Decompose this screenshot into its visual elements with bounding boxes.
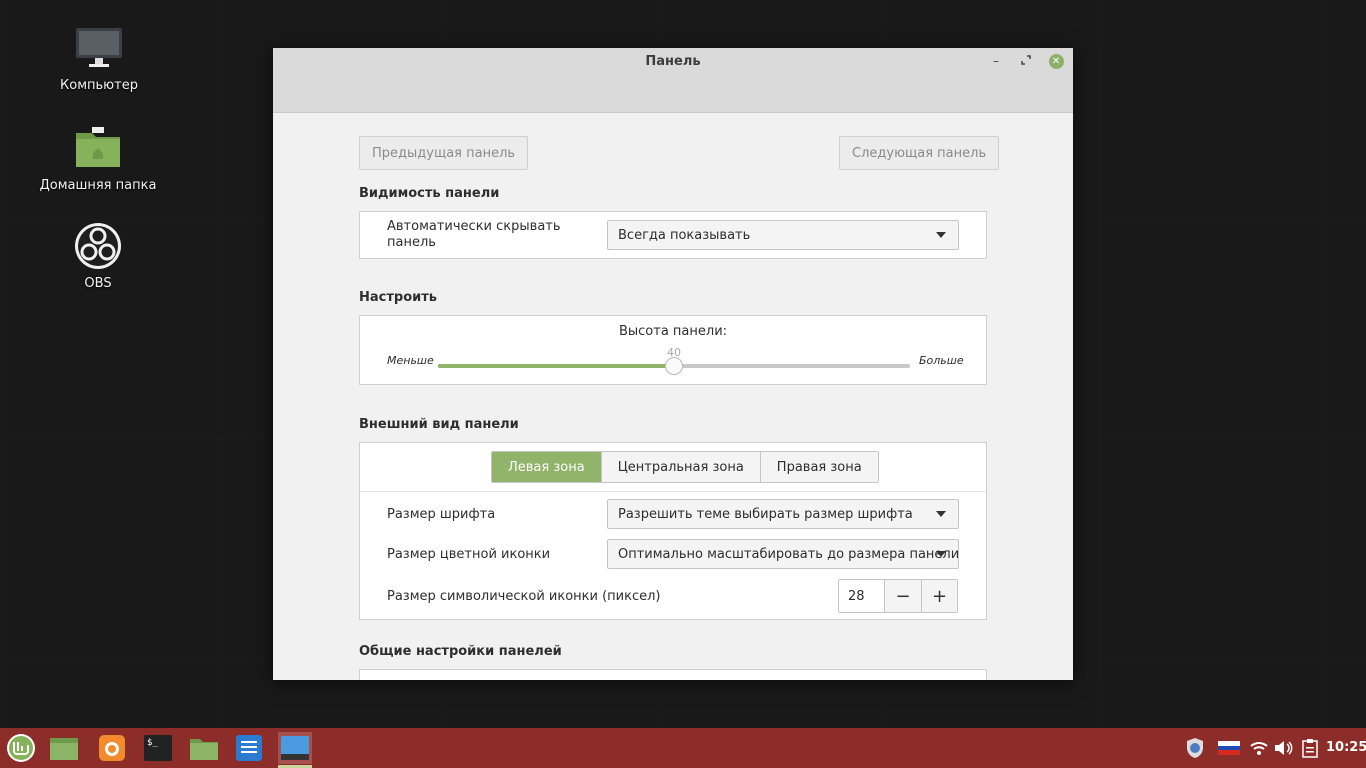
text-editor-icon <box>236 735 262 761</box>
symbolic-icon-size-spinner: 28 − + <box>838 579 958 613</box>
general-frame <box>359 669 987 680</box>
firefox-icon <box>99 735 125 761</box>
font-size-select[interactable]: Разрешить теме выбирать размер шрифта <box>607 499 959 529</box>
color-icon-size-label: Размер цветной иконки <box>387 547 551 562</box>
font-size-label: Размер шрифта <box>387 507 496 522</box>
clipboard-icon[interactable] <box>1298 728 1322 768</box>
visibility-frame: Автоматически скрывать панель Всегда пок… <box>359 211 987 259</box>
taskbar-panel-settings[interactable] <box>278 732 312 768</box>
wifi-icon[interactable] <box>1247 728 1271 768</box>
monitor-icon <box>34 24 164 72</box>
tab-left-zone[interactable]: Левая зона <box>492 452 602 482</box>
panel-height-slider[interactable]: 40 <box>438 346 910 376</box>
chevron-down-icon <box>936 551 946 557</box>
appearance-frame: Левая зона Центральная зона Правая зона … <box>359 442 987 620</box>
home-folder-icon <box>33 124 163 172</box>
titlebar[interactable]: Панель – ✕ <box>273 48 1073 113</box>
menu-button[interactable] <box>4 732 38 764</box>
taskbar: $_ 10:25 <box>0 728 1366 768</box>
keyboard-layout-flag-icon[interactable] <box>1217 728 1241 768</box>
divider <box>360 491 986 492</box>
taskbar-files[interactable] <box>187 732 221 764</box>
increment-button[interactable]: + <box>921 580 957 612</box>
desktop-icon-label: Домашняя папка <box>39 178 157 193</box>
volume-icon[interactable] <box>1271 728 1295 768</box>
slider-less-label: Меньше <box>387 354 434 367</box>
desktop-icon-computer[interactable]: Компьютер <box>34 24 164 93</box>
chevron-down-icon <box>936 232 946 238</box>
previous-panel-button[interactable]: Предыдущая панель <box>359 136 529 170</box>
chevron-down-icon <box>936 511 946 517</box>
taskbar-terminal[interactable]: $_ <box>141 732 175 764</box>
next-panel-button[interactable]: Следующая панель <box>839 136 1000 170</box>
font-size-select-value: Разрешить теме выбирать размер шрифта <box>618 506 913 522</box>
update-manager-icon[interactable] <box>1183 728 1207 768</box>
panel-height-label: Высота панели: <box>618 324 728 339</box>
mint-logo-icon <box>7 734 35 762</box>
slider-more-label: Больше <box>919 354 964 367</box>
window-title: Панель <box>645 54 701 69</box>
minus-icon: − <box>895 585 911 607</box>
desktop-folder-icon <box>50 738 78 760</box>
maximize-icon <box>1021 54 1031 68</box>
panel-settings-icon <box>281 736 309 760</box>
symbolic-icon-size-input[interactable]: 28 <box>839 580 885 612</box>
tab-center-zone[interactable]: Центральная зона <box>601 452 761 482</box>
slider-knob[interactable] <box>665 357 683 375</box>
tab-right-zone[interactable]: Правая зона <box>760 452 878 482</box>
slider-fill <box>438 364 674 368</box>
slider-value: 40 <box>667 346 681 359</box>
color-icon-size-select[interactable]: Оптимально масштабировать до размера пан… <box>607 539 959 569</box>
close-button[interactable]: ✕ <box>1045 52 1067 70</box>
desktop-icon-home[interactable]: Домашняя папка <box>33 124 163 193</box>
clock[interactable]: 10:25 <box>1326 740 1366 755</box>
minimize-button[interactable]: – <box>985 52 1007 70</box>
taskbar-show-desktop[interactable] <box>47 732 81 764</box>
autohide-label: Автоматически скрывать панель <box>387 219 561 250</box>
general-section-title: Общие настройки панелей <box>359 644 562 659</box>
panel-settings-window: Панель – ✕ Предыдущая панель Следующая п… <box>273 48 1073 680</box>
folder-icon <box>190 739 218 760</box>
visibility-section-title: Видимость панели <box>359 186 500 201</box>
taskbar-text-editor[interactable] <box>232 732 266 764</box>
desktop-icon-obs[interactable]: OBS <box>33 222 163 291</box>
autohide-select[interactable]: Всегда показывать <box>607 220 959 250</box>
terminal-icon: $_ <box>144 735 172 761</box>
obs-icon <box>33 222 163 270</box>
maximize-button[interactable] <box>1015 52 1037 70</box>
svg-text:$_: $_ <box>147 738 158 748</box>
appearance-section-title: Внешний вид панели <box>359 417 519 432</box>
desktop-icon-label: OBS <box>84 276 112 291</box>
desktop-icon-label: Компьютер <box>60 78 138 93</box>
minimize-icon: – <box>993 54 999 68</box>
taskbar-firefox[interactable] <box>95 732 129 764</box>
symbolic-icon-size-label: Размер символической иконки (пиксел) <box>387 589 661 604</box>
customize-frame: Высота панели: Меньше Больше 40 <box>359 315 987 385</box>
color-icon-size-select-value: Оптимально масштабировать до размера пан… <box>618 546 959 562</box>
decrement-button[interactable]: − <box>885 580 921 612</box>
close-icon: ✕ <box>1048 53 1064 69</box>
zone-tabs: Левая зона Центральная зона Правая зона <box>491 451 879 483</box>
customize-section-title: Настроить <box>359 290 437 305</box>
autohide-select-value: Всегда показывать <box>618 227 751 243</box>
plus-icon: + <box>931 585 948 607</box>
